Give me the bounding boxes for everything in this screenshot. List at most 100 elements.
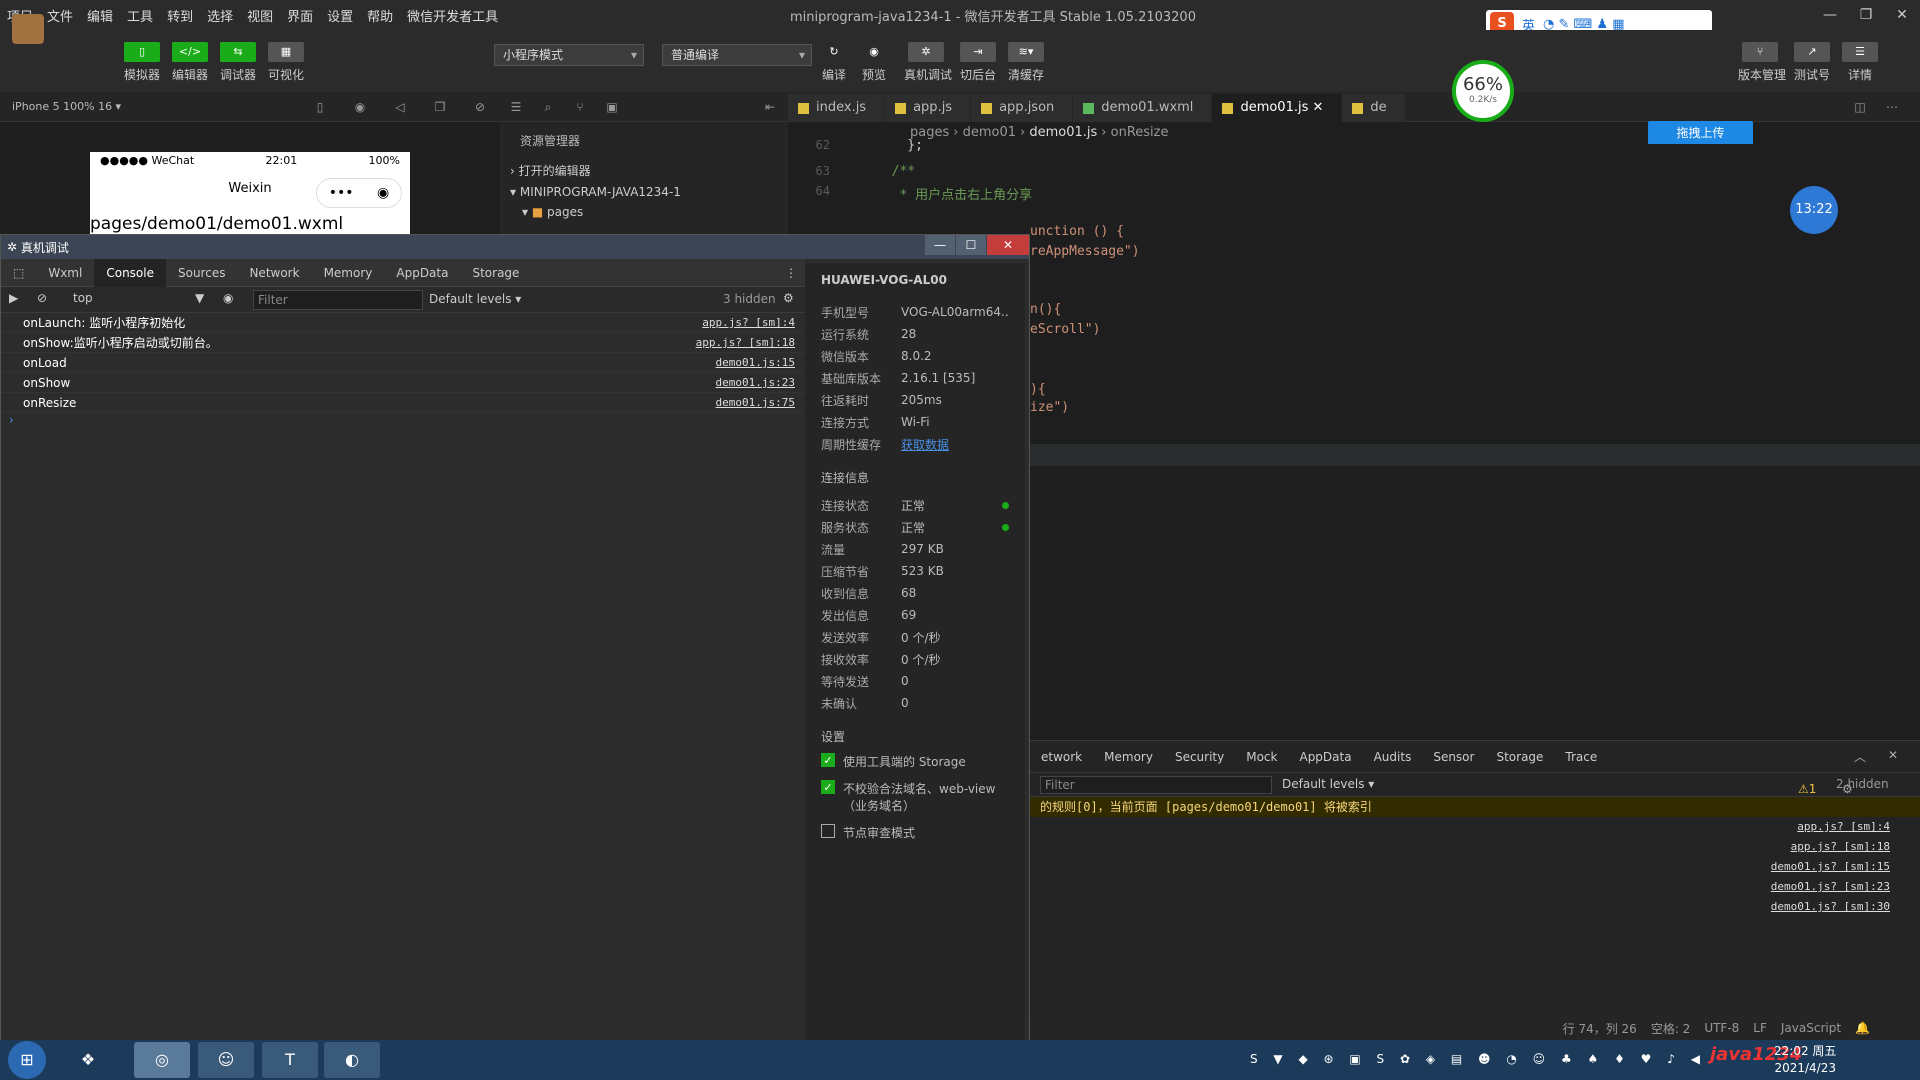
compile-button[interactable]: ↻ 编译 [812,42,856,83]
tab-network[interactable]: Network [237,259,311,287]
version-button[interactable]: ⑂ 版本管理 [1738,42,1786,83]
close-icon[interactable]: ✕ [1308,100,1324,115]
setting-option[interactable]: ✓ 使用工具端的 Storage [821,753,1009,770]
close-icon[interactable]: ✕ [1884,0,1920,30]
tab-storage[interactable]: Storage [1485,750,1554,764]
tab-sensor[interactable]: Sensor [1422,750,1485,764]
console-filter[interactable]: Filter [253,290,423,310]
tab-wxml[interactable]: Wxml [36,259,94,287]
tab-memory[interactable]: Memory [1093,750,1164,764]
sidebar-toggle-icon[interactable]: ▶ [9,291,18,305]
system-tray[interactable]: S ▼ ◆ ⊛ ▣ S ✿ ◈ ▤ ☻ ◔ ☺ ♣ ♠ ♦ ♥ ♪ ◀ [1250,1052,1706,1066]
setting-option[interactable]: 节点审查模式 [821,824,1009,841]
menu-item[interactable]: 视图 [240,6,280,25]
bottom-levels[interactable]: Default levels ▾ [1282,777,1374,791]
editor-button[interactable]: </> 编辑器 [168,42,212,83]
extension-icon[interactable]: ▣ [604,99,620,115]
eye-icon[interactable]: ◉ [223,291,233,305]
log-source-link[interactable]: demo01.js? [sm]:30 [1030,897,1920,917]
record-icon[interactable]: ◉ [352,99,368,115]
perf-monitor[interactable]: 66% 0.2K/s [1452,60,1514,122]
mode-select[interactable]: 小程序模式 [494,44,644,66]
real-debug-button[interactable]: ✲ 真机调试 [904,42,952,83]
log-source-link[interactable]: app.js? [sm]:4 [702,313,795,332]
log-source-link[interactable]: demo01.js:15 [716,353,795,372]
restore-icon[interactable]: ❐ [1848,0,1884,30]
tab-etwork[interactable]: etwork [1030,750,1093,764]
dropdown-icon[interactable]: ▼ [195,291,204,305]
folder-pages[interactable]: ▾ ■ pages [500,202,788,222]
system-clock[interactable]: 22:02 周五 2021/4/23 [1774,1043,1836,1077]
gear-icon[interactable]: ⚙ [1842,782,1853,796]
tab-sources[interactable]: Sources [166,259,237,287]
menu-item[interactable]: 选择 [200,6,240,25]
menu-item[interactable]: 转到 [160,6,200,25]
upload-button[interactable]: 拖拽上传 [1648,121,1753,145]
context-select[interactable]: top [73,291,203,305]
preview-button[interactable]: ◉ 预览 [852,42,896,83]
more-icon[interactable]: ⋮ [785,266,797,280]
project-root[interactable]: ▾ MINIPROGRAM-JAVA1234-1 [500,182,788,202]
test-account-button[interactable]: ↗ 测试号 [1790,42,1834,83]
inspect-icon[interactable]: ⬚ [1,259,36,287]
log-source-link[interactable]: demo01.js? [sm]:23 [1030,877,1920,897]
tab-memory[interactable]: Memory [312,259,385,287]
capsule-button[interactable]: ••• ◉ [316,178,402,208]
close-circle-icon[interactable]: ◉ [377,185,389,201]
checkbox[interactable]: ✓ [821,780,835,794]
close-icon[interactable]: ✕ [1888,748,1898,762]
volume-icon[interactable]: ◁ [392,99,408,115]
visual-button[interactable]: ▦ 可视化 [264,42,308,83]
detail-button[interactable]: ☰ 详情 [1838,42,1882,83]
info-value[interactable]: 获取数据 [901,436,1009,453]
text-editor-icon[interactable]: T [262,1042,318,1078]
chrome-icon[interactable]: ◎ [134,1042,190,1078]
menu-item[interactable]: 帮助 [360,6,400,25]
levels-select[interactable]: Default levels ▾ [429,292,521,306]
debugger-button[interactable]: ⇆ 调试器 [216,42,260,83]
log-source-link[interactable]: app.js? [sm]:18 [696,333,795,352]
rotate-icon[interactable]: ⊘ [472,99,488,115]
setting-option[interactable]: ✓ 不校验合法域名、web-view（业务域名） [821,780,1009,814]
tab-trace[interactable]: Trace [1554,750,1608,764]
wechat-devtools-icon[interactable]: ☺ [198,1042,254,1078]
split-editor-icon[interactable]: ◫ [1852,99,1868,115]
tab-app-json[interactable]: app.json [971,94,1074,122]
list-icon[interactable]: ☰ [508,99,524,115]
console-prompt[interactable]: › [1,413,805,433]
open-editors[interactable]: › 打开的编辑器 [500,159,788,182]
tab-de[interactable]: de [1342,94,1406,122]
clear-icon[interactable]: ⊘ [37,291,47,305]
menu-item[interactable]: 设置 [320,6,360,25]
checkbox[interactable] [821,824,835,838]
log-source-link[interactable]: demo01.js:75 [716,393,795,412]
menu-item[interactable]: 文件 [40,6,80,25]
gear-icon[interactable]: ⚙ [783,291,794,305]
log-source-link[interactable]: app.js? [sm]:4 [1030,817,1920,837]
more-icon[interactable]: ⋯ [1884,99,1900,115]
menu-item[interactable]: 工具 [120,6,160,25]
tab-mock[interactable]: Mock [1235,750,1288,764]
warning-count[interactable]: ⚠1 [1798,782,1816,796]
collapse-icon[interactable]: ⇤ [762,99,778,115]
tab-demo01-wxml[interactable]: demo01.wxml [1073,94,1213,122]
compile-select[interactable]: 普通编译 [662,44,812,66]
search-icon[interactable]: ⌕ [540,99,556,115]
tab-index-js[interactable]: index.js [788,94,886,122]
tab-appdata[interactable]: AppData [1288,750,1362,764]
menu-item[interactable]: 编辑 [80,6,120,25]
bell-icon[interactable]: 🔔 [1855,1021,1870,1035]
simulator-button[interactable]: ▯ 模拟器 [120,42,164,83]
app-icon[interactable]: ❖ [60,1042,116,1078]
minimize-icon[interactable]: — [925,235,955,255]
backstage-button[interactable]: ⇥ 切后台 [956,42,1000,83]
minimize-icon[interactable]: — [1812,0,1848,30]
log-source-link[interactable]: demo01.js? [sm]:15 [1030,857,1920,877]
tab-console[interactable]: Console [94,258,166,287]
menu-item[interactable]: 界面 [280,6,320,25]
window-icon[interactable]: ❐ [432,99,448,115]
tab-audits[interactable]: Audits [1363,750,1423,764]
tab-storage[interactable]: Storage [460,259,531,287]
more-dots-icon[interactable]: ••• [329,185,354,201]
tab-demo01-js[interactable]: demo01.js ✕ [1212,94,1343,122]
